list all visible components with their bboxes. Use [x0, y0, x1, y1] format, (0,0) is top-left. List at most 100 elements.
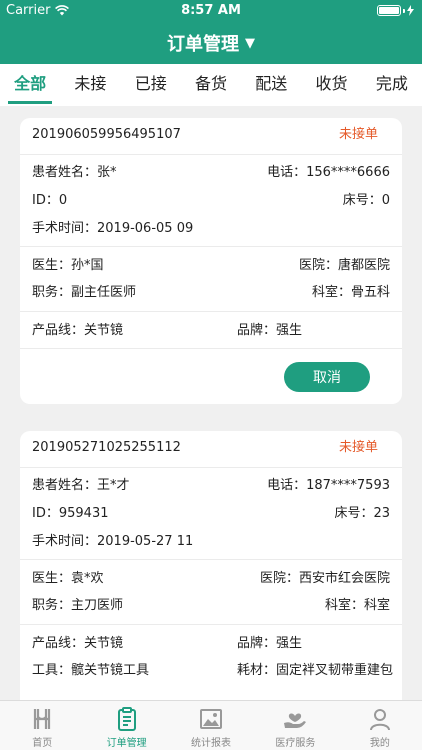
- charging-bolt-icon: [407, 5, 414, 16]
- tab-stocking[interactable]: 备货: [189, 64, 233, 106]
- patient-id-label: ID：: [32, 193, 59, 208]
- hospital: 医院：西安市红会医院: [260, 569, 390, 589]
- tabbar-home[interactable]: 首页: [0, 701, 84, 750]
- patient-name-value: 张*: [97, 165, 117, 180]
- phone: 电话：187****7593: [267, 476, 390, 496]
- phone-value: 156****6666: [306, 165, 390, 180]
- department-label: 科室：: [311, 285, 351, 300]
- hospital-value: 西安市红会医院: [298, 571, 390, 586]
- hospital-value: 唐都医院: [337, 258, 390, 273]
- order-number: 201906059956495107: [32, 127, 181, 142]
- tabbar-reports[interactable]: 统计报表: [169, 701, 253, 750]
- tabbar-profile[interactable]: 我的: [338, 701, 422, 750]
- order-status-badge: 未接单: [338, 440, 378, 455]
- tool-label: 工具：: [32, 663, 72, 678]
- patient-id: ID：959431: [32, 504, 109, 524]
- home-icon: [34, 709, 51, 729]
- surgery-time: 手术时间：2019-05-27 11: [32, 532, 193, 552]
- bed-number-label: 床号：: [342, 193, 382, 208]
- department-value: 骨五科: [350, 285, 390, 300]
- product-line: 产品线：关节镜: [32, 634, 123, 654]
- tab-delivery[interactable]: 配送: [249, 64, 293, 106]
- product-line-value: 关节镜: [84, 636, 124, 651]
- tabbar-home-label: 首页: [32, 738, 53, 749]
- hospital-label: 医院：: [259, 571, 299, 586]
- phone-value: 187****7593: [306, 478, 390, 493]
- doctor-title-label: 职务：: [32, 598, 72, 613]
- order-number: 201905271025255112: [32, 440, 181, 455]
- consumable: 耗材：固定袢叉韧带重建包: [237, 661, 393, 681]
- hospital-label: 医院：: [298, 258, 338, 273]
- patient-name: 患者姓名：王*才: [32, 476, 130, 496]
- department: 科室：骨五科: [312, 283, 390, 303]
- brand-value: 强生: [276, 636, 303, 651]
- cancel-order-button[interactable]: 取消: [284, 362, 370, 392]
- surgery-time-value: 2019-05-27 11: [97, 534, 194, 549]
- phone: 电话：156****6666: [267, 163, 390, 183]
- bed-number-label: 床号：: [334, 506, 374, 521]
- status-bar: Carrier 8:57 AM: [0, 0, 422, 22]
- doctor-title: 职务：副主任医师: [32, 283, 136, 303]
- doctor-title-label: 职务：: [32, 285, 72, 300]
- brand-value: 强生: [276, 323, 303, 338]
- department-label: 科室：: [324, 598, 364, 613]
- tabbar-orders-label: 订单管理: [106, 738, 147, 749]
- brand: 品牌：强生: [237, 321, 302, 341]
- bed-number-value: 0: [381, 193, 390, 208]
- tabbar-medical-service[interactable]: 医疗服务: [253, 701, 337, 750]
- patient-id-value: 959431: [58, 506, 109, 521]
- status-filter-tabs: 全部 未接 已接 备货 配送 收货 完成: [0, 64, 422, 106]
- tab-accepted[interactable]: 已接: [129, 64, 173, 106]
- patient-name: 患者姓名：张*: [32, 163, 117, 183]
- tabbar-orders[interactable]: 订单管理: [84, 701, 168, 750]
- hospital: 医院：唐都医院: [299, 256, 390, 276]
- tabbar-reports-label: 统计报表: [191, 738, 232, 749]
- department-value: 科室: [363, 598, 390, 613]
- phone-label: 电话：: [267, 165, 307, 180]
- bed-number: 床号：23: [334, 504, 390, 524]
- product-line: 产品线：关节镜: [32, 321, 123, 341]
- brand: 品牌：强生: [237, 634, 302, 654]
- profile-icon: [369, 709, 390, 731]
- medical-service-icon: [284, 713, 307, 728]
- order-card[interactable]: 201905271025255112 未接单 患者姓名：王*才 电话：187**…: [20, 431, 402, 700]
- tab-completed[interactable]: 完成: [370, 64, 414, 106]
- bed-number-value: 23: [373, 506, 390, 521]
- doctor-value: 袁*欢: [71, 571, 104, 586]
- nav-title-dropdown[interactable]: 订单管理 ▼: [167, 30, 255, 56]
- doctor-value: 孙*国: [71, 258, 104, 273]
- tabbar-medical-service-label: 医疗服务: [275, 738, 316, 749]
- department: 科室：科室: [325, 596, 390, 616]
- caret-down-icon: ▼: [245, 35, 255, 51]
- consumable-value: 固定袢叉韧带重建包: [276, 663, 394, 678]
- order-status-badge: 未接单: [338, 127, 378, 142]
- surgery-time-label: 手术时间：: [32, 221, 98, 236]
- patient-name-label: 患者姓名：: [32, 478, 98, 493]
- surgery-time-value: 2019-06-05 09: [97, 221, 194, 236]
- doctor-title-value: 主刀医师: [71, 598, 124, 613]
- order-card[interactable]: 201906059956495107 未接单 患者姓名：张* 电话：156***…: [20, 118, 402, 404]
- battery-icon: [377, 5, 414, 16]
- order-list[interactable]: 201906059956495107 未接单 患者姓名：张* 电话：156***…: [0, 106, 422, 700]
- tool: 工具：髋关节镜工具: [32, 661, 149, 681]
- tab-unaccepted[interactable]: 未接: [68, 64, 112, 106]
- doctor-title-value: 副主任医师: [71, 285, 137, 300]
- patient-id: ID：0: [32, 191, 67, 211]
- order-clipboard-icon: [117, 707, 136, 731]
- clock: 8:57 AM: [181, 3, 241, 18]
- tab-received[interactable]: 收货: [310, 64, 354, 106]
- product-line-value: 关节镜: [84, 323, 124, 338]
- nav-bar: 订单管理 ▼: [0, 22, 422, 64]
- doctor: 医生：孙*国: [32, 256, 104, 276]
- patient-id-label: ID：: [32, 506, 59, 521]
- bottom-tab-bar: 首页 订单管理 统计报表 医疗服务 我的: [0, 700, 422, 750]
- doctor-label: 医生：: [32, 258, 72, 273]
- tabbar-profile-label: 我的: [369, 738, 390, 749]
- phone-label: 电话：: [267, 478, 307, 493]
- bed-number: 床号：0: [343, 191, 390, 211]
- doctor: 医生：袁*欢: [32, 569, 104, 589]
- surgery-time: 手术时间：2019-06-05 09: [32, 219, 193, 239]
- consumable-label: 耗材：: [237, 663, 277, 678]
- tab-all[interactable]: 全部: [8, 64, 53, 106]
- brand-label: 品牌：: [237, 323, 277, 338]
